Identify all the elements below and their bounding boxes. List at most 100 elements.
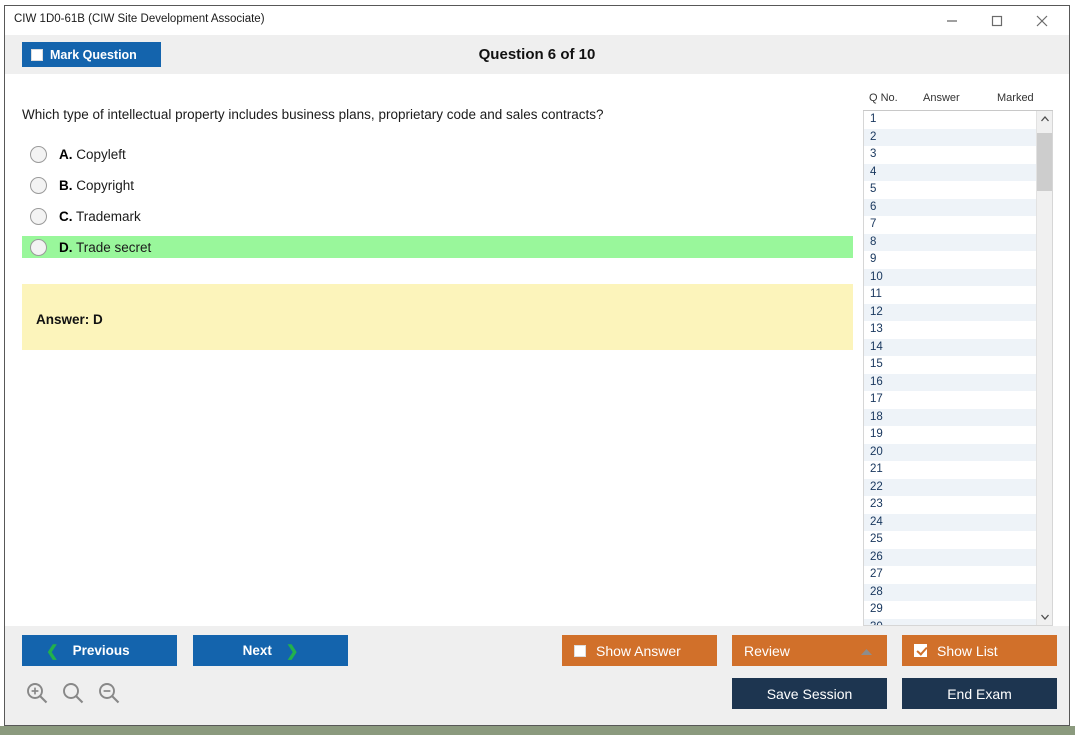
option-letter: B. xyxy=(59,178,73,193)
question-list-row[interactable]: 20 xyxy=(864,444,1036,462)
option-label: A. Copyleft xyxy=(59,147,126,162)
question-list-row-number: 5 xyxy=(870,183,876,195)
next-button[interactable]: Next ❯ xyxy=(193,635,348,666)
mark-question-button[interactable]: Mark Question xyxy=(22,42,161,67)
question-list-scrollbar[interactable] xyxy=(1036,111,1052,625)
question-list-row-number: 27 xyxy=(870,568,883,580)
question-list-row[interactable]: 23 xyxy=(864,496,1036,514)
mark-question-checkbox[interactable] xyxy=(31,49,43,61)
option-label: B. Copyright xyxy=(59,178,134,193)
question-list-row-number: 20 xyxy=(870,446,883,458)
scroll-up-button[interactable] xyxy=(1037,111,1052,127)
show-answer-checkbox[interactable] xyxy=(574,645,586,657)
option-text: Trademark xyxy=(76,209,141,224)
show-answer-label: Show Answer xyxy=(596,643,681,659)
mark-question-label: Mark Question xyxy=(50,48,137,62)
option-text: Copyright xyxy=(76,178,134,193)
show-list-checkbox[interactable] xyxy=(914,644,927,657)
question-list-row[interactable]: 12 xyxy=(864,304,1036,322)
previous-label: Previous xyxy=(73,643,130,658)
previous-button[interactable]: ❮ Previous xyxy=(22,635,177,666)
question-list-row-number: 23 xyxy=(870,498,883,510)
save-session-button[interactable]: Save Session xyxy=(732,678,887,709)
review-label: Review xyxy=(744,643,790,659)
question-counter: Question 6 of 10 xyxy=(5,35,1069,74)
question-list-row[interactable]: 8 xyxy=(864,234,1036,252)
option-row[interactable]: B. Copyright xyxy=(22,174,853,196)
question-list-row[interactable]: 27 xyxy=(864,566,1036,584)
question-list-row[interactable]: 29 xyxy=(864,601,1036,619)
question-list-row[interactable]: 25 xyxy=(864,531,1036,549)
question-list-row[interactable]: 22 xyxy=(864,479,1036,497)
question-list-row[interactable]: 19 xyxy=(864,426,1036,444)
question-list-row[interactable]: 11 xyxy=(864,286,1036,304)
question-list-row[interactable]: 15 xyxy=(864,356,1036,374)
question-list-row-number: 24 xyxy=(870,516,883,528)
question-list-row[interactable]: 14 xyxy=(864,339,1036,357)
zoom-in-icon xyxy=(24,680,51,707)
zoom-in-button[interactable] xyxy=(24,680,51,707)
option-radio[interactable] xyxy=(30,177,47,194)
question-list-rows: 1234567891011121314151617181920212223242… xyxy=(864,111,1036,626)
question-list-row[interactable]: 26 xyxy=(864,549,1036,567)
question-list-header: Q No. Answer Marked xyxy=(863,90,1053,111)
minimize-icon xyxy=(946,15,958,27)
maximize-button[interactable] xyxy=(974,6,1019,35)
option-row[interactable]: A. Copyleft xyxy=(22,143,853,165)
review-dropdown[interactable]: Review xyxy=(732,635,887,666)
question-list-row[interactable]: 6 xyxy=(864,199,1036,217)
show-list-button[interactable]: Show List xyxy=(902,635,1057,666)
question-list-row-number: 13 xyxy=(870,323,883,335)
question-list-row[interactable]: 18 xyxy=(864,409,1036,427)
question-list-row-number: 25 xyxy=(870,533,883,545)
maximize-icon xyxy=(991,15,1003,27)
question-list-row-number: 29 xyxy=(870,603,883,615)
option-letter: C. xyxy=(59,209,73,224)
option-label: D. Trade secret xyxy=(59,240,151,255)
question-list-row[interactable]: 3 xyxy=(864,146,1036,164)
question-list-row[interactable]: 5 xyxy=(864,181,1036,199)
option-radio[interactable] xyxy=(30,239,47,256)
question-list-row-number: 14 xyxy=(870,341,883,353)
exam-window: CIW 1D0-61B (CIW Site Development Associ… xyxy=(4,5,1070,726)
question-list-row-number: 9 xyxy=(870,253,876,265)
option-row[interactable]: C. Trademark xyxy=(22,205,853,227)
question-list-row[interactable]: 7 xyxy=(864,216,1036,234)
question-list-row[interactable]: 17 xyxy=(864,391,1036,409)
question-list-row[interactable]: 10 xyxy=(864,269,1036,287)
show-answer-button[interactable]: Show Answer xyxy=(562,635,717,666)
option-radio[interactable] xyxy=(30,208,47,225)
question-list-panel: Q No. Answer Marked 12345678910111213141… xyxy=(863,90,1053,626)
question-list-row-number: 6 xyxy=(870,201,876,213)
question-list-row[interactable]: 9 xyxy=(864,251,1036,269)
question-list-row[interactable]: 13 xyxy=(864,321,1036,339)
option-row-correct[interactable]: D. Trade secret xyxy=(22,236,853,258)
question-list-row[interactable]: 4 xyxy=(864,164,1036,182)
close-button[interactable] xyxy=(1019,6,1064,35)
zoom-out-icon xyxy=(96,680,123,707)
question-text: Which type of intellectual property incl… xyxy=(22,106,832,124)
column-header-marked: Marked xyxy=(997,92,1034,104)
question-list-row[interactable]: 16 xyxy=(864,374,1036,392)
question-list-row[interactable]: 21 xyxy=(864,461,1036,479)
option-letter: A. xyxy=(59,147,73,162)
question-list-row[interactable]: 2 xyxy=(864,129,1036,147)
question-list-row[interactable]: 30 xyxy=(864,619,1036,627)
question-list-row-number: 22 xyxy=(870,481,883,493)
question-list-row[interactable]: 28 xyxy=(864,584,1036,602)
question-list-row[interactable]: 24 xyxy=(864,514,1036,532)
zoom-out-button[interactable] xyxy=(96,680,123,707)
minimize-button[interactable] xyxy=(929,6,974,35)
question-list-row-number: 18 xyxy=(870,411,883,423)
scrollbar-thumb[interactable] xyxy=(1037,133,1052,191)
question-list-row-number: 4 xyxy=(870,166,876,178)
question-list-row[interactable]: 1 xyxy=(864,111,1036,129)
chevron-up-icon xyxy=(1040,116,1049,123)
chevron-down-icon xyxy=(1040,614,1049,621)
caret-up-icon xyxy=(860,643,873,659)
option-radio[interactable] xyxy=(30,146,47,163)
end-exam-button[interactable]: End Exam xyxy=(902,678,1057,709)
question-list-scrollarea[interactable]: 1234567891011121314151617181920212223242… xyxy=(863,111,1053,626)
zoom-reset-button[interactable] xyxy=(60,680,87,707)
scroll-down-button[interactable] xyxy=(1037,609,1052,625)
